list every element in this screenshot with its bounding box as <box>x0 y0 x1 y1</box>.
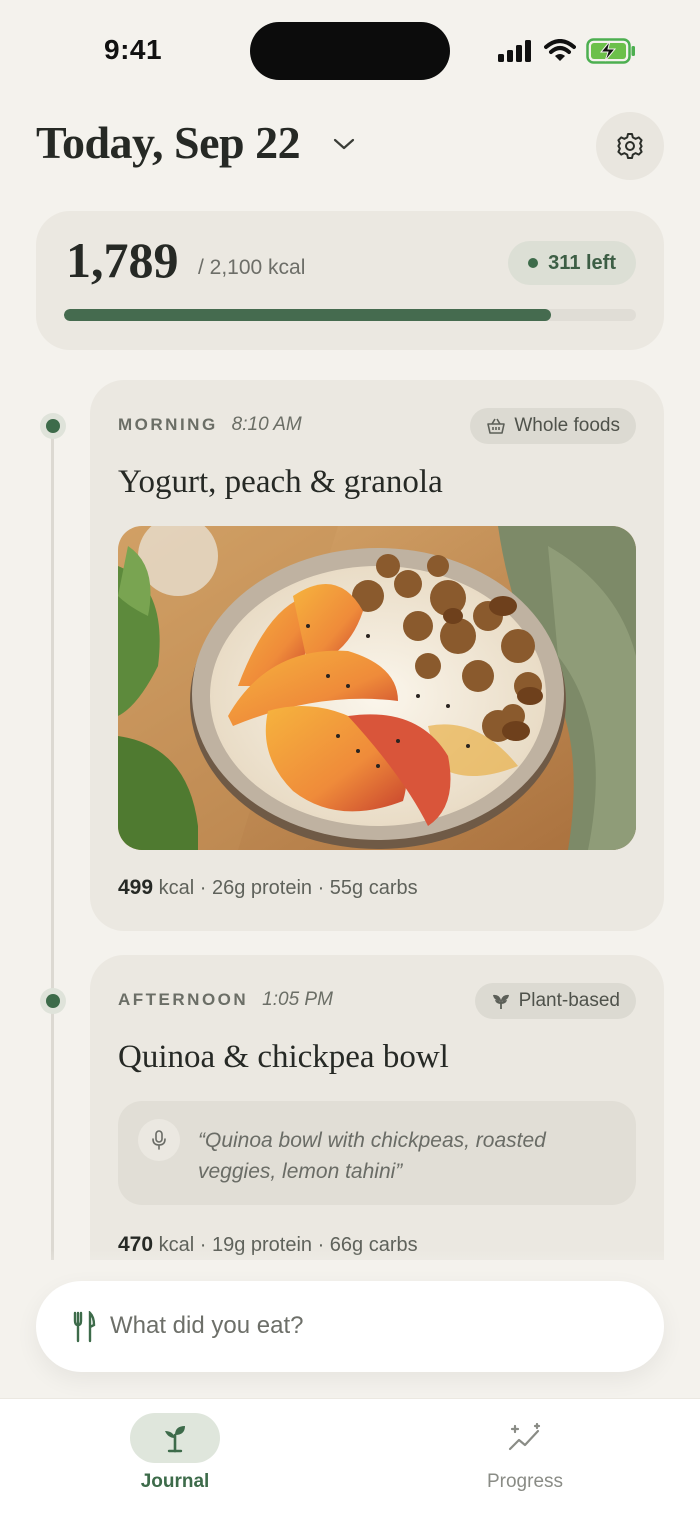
food-entry-input[interactable] <box>110 1303 630 1349</box>
gear-icon <box>617 133 643 159</box>
battery-charging-icon <box>586 38 635 64</box>
calories-goal: / 2,100 kcal <box>198 256 306 279</box>
status-bar: 9:41 <box>0 0 700 100</box>
meal-macros: 499 kcal · 26g protein · 55g carbs <box>118 876 418 900</box>
wifi-icon <box>544 39 576 61</box>
calorie-summary-card[interactable]: 1,789 / 2,100 kcal 311 left <box>36 211 664 350</box>
tab-bar: Journal Progress <box>0 1398 700 1521</box>
tab-icon-container <box>130 1413 220 1463</box>
meal-period: AFTERNOON <box>118 990 249 1009</box>
meal-time-row: MORNING 8:10 AM <box>118 414 302 436</box>
meal-kcal: 499 <box>118 876 154 899</box>
status-icons <box>498 38 636 64</box>
meal-time: 1:05 PM <box>262 989 333 1010</box>
voice-note[interactable]: “Quinoa bowl with chickpeas, roasted veg… <box>118 1101 636 1205</box>
meal-time-row: AFTERNOON 1:05 PM <box>118 989 333 1011</box>
basket-icon <box>487 418 506 434</box>
meal-period: MORNING <box>118 415 218 434</box>
tab-progress[interactable]: Progress <box>425 1399 625 1521</box>
calories-left-badge: 311 left <box>508 241 636 285</box>
meal-title: Yogurt, peach & granola <box>118 464 443 500</box>
date-title[interactable]: Today, Sep 22 <box>36 116 301 169</box>
meal-photo[interactable] <box>118 526 636 850</box>
sprout-icon <box>492 994 509 1009</box>
tab-journal[interactable]: Journal <box>75 1399 275 1521</box>
meal-title: Quinoa & chickpea bowl <box>118 1039 449 1075</box>
signal-icon <box>498 40 531 62</box>
food-entry-bar[interactable] <box>36 1281 664 1372</box>
status-dot <box>528 258 539 268</box>
sparkle-chart-icon <box>508 1423 541 1451</box>
meal-card-afternoon[interactable]: AFTERNOON 1:05 PM Plant-based Quinoa & c… <box>90 955 664 1260</box>
voice-note-text: “Quinoa bowl with chickpeas, roasted veg… <box>198 1129 546 1183</box>
meal-macros-detail: kcal · 26g protein · 55g carbs <box>158 877 418 899</box>
chevron-down-icon[interactable] <box>332 136 356 152</box>
calorie-progress-bar <box>64 309 636 321</box>
tab-label: Progress <box>486 1471 564 1492</box>
timeline-dot-afternoon <box>40 988 66 1014</box>
timeline-dot-morning <box>40 413 66 439</box>
calories-left-label: 311 left <box>548 251 616 274</box>
tab-label: Journal <box>140 1471 210 1492</box>
calories-consumed: 1,789 <box>66 232 179 288</box>
meal-time: 8:10 AM <box>231 414 302 435</box>
dynamic-island <box>250 22 450 80</box>
meal-tag: Whole foods <box>470 408 636 444</box>
meal-card-morning[interactable]: MORNING 8:10 AM Whole foods Yogurt, peac… <box>90 380 664 931</box>
fork-knife-icon <box>73 1311 96 1343</box>
mic-button[interactable] <box>138 1119 180 1161</box>
microphone-icon <box>152 1130 166 1150</box>
calorie-progress-fill <box>64 309 552 321</box>
meal-tag-label: Whole foods <box>514 415 620 436</box>
tab-icon-container <box>480 1413 570 1463</box>
settings-button[interactable] <box>596 112 664 180</box>
sprout-icon <box>165 1426 185 1453</box>
timeline-line <box>51 425 54 1260</box>
meal-tag: Plant-based <box>474 983 636 1019</box>
meal-tag-label: Plant-based <box>518 990 620 1011</box>
yogurt-bowl-photo <box>118 526 636 850</box>
status-time: 9:41 <box>104 34 163 65</box>
header: Today, Sep 22 <box>36 110 664 182</box>
